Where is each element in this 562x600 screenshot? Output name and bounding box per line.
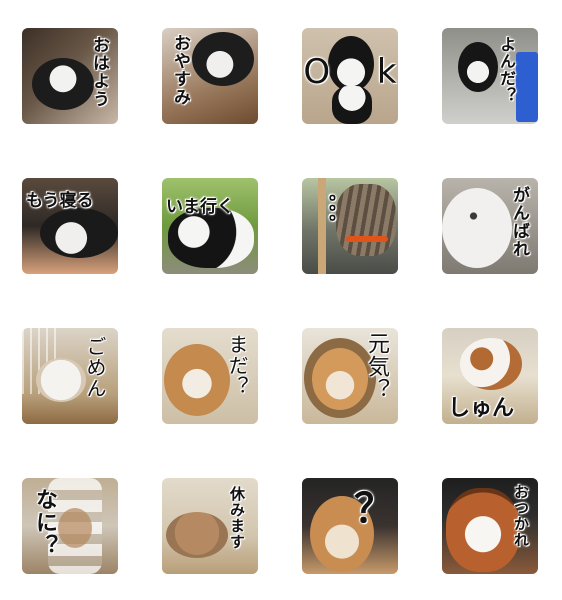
golden-hamster-photo [164, 344, 230, 416]
hamster-in-bottle [58, 508, 92, 548]
sticker-caption: 元気？ [364, 332, 389, 401]
sticker-ok[interactable]: O k [302, 28, 398, 124]
sticker-mou-neru[interactable]: もう寝る [22, 178, 118, 274]
sticker-dots[interactable]: 。。。 [302, 178, 398, 274]
white-hamster-photo [442, 188, 512, 268]
sticker-caption: ごめん [83, 336, 107, 399]
cat-photo [40, 208, 118, 258]
sticker-genki[interactable]: 元気？ [302, 328, 398, 424]
sticker-caption: もう寝る [26, 191, 94, 211]
sticker-grid: おはよう おやすみ O k よんだ？ もう寝る いま行く 。。。 がんばれ ごめ… [22, 28, 542, 578]
sticker-shun[interactable]: しゅん [442, 328, 538, 424]
sticker-caption: 。。。 [315, 194, 336, 233]
kitten-photo [192, 32, 254, 86]
kitten-photo [458, 42, 498, 92]
sticker-mada[interactable]: まだ？ [162, 328, 258, 424]
white-brown-hamster-photo [460, 338, 522, 390]
sticker-caption: しゅん [448, 396, 515, 421]
orange-collar [346, 236, 388, 242]
sticker-caption: まだ？ [225, 334, 249, 397]
cat-photo [168, 208, 254, 268]
sticker-otsukare[interactable]: おつかれ [442, 478, 538, 574]
sticker-caption: おやすみ [170, 34, 190, 106]
sticker-caption: ？ [354, 486, 394, 532]
sticker-ganbare[interactable]: がんばれ [442, 178, 538, 274]
sticker-caption: いま行く [166, 197, 234, 217]
white-hamster-photo [36, 358, 86, 402]
sticker-nani[interactable]: なに？ [22, 478, 118, 574]
sleeping-hamster-photo [166, 512, 228, 558]
sticker-caption: おつかれ [512, 484, 530, 548]
sticker-ima-iku[interactable]: いま行く [162, 178, 258, 274]
sticker-caption: 休みます [228, 486, 246, 550]
sticker-caption: おはよう [89, 36, 109, 108]
sticker-caption: がんばれ [509, 186, 529, 258]
tabby-cat-photo [336, 184, 396, 256]
sticker-gomen[interactable]: ごめん [22, 328, 118, 424]
sticker-yonda[interactable]: よんだ？ [442, 28, 538, 124]
kitten-photo [32, 58, 94, 110]
sticker-question[interactable]: ？ [302, 478, 398, 574]
papillon-dog-photo [446, 488, 520, 572]
sticker-oyasumi[interactable]: おやすみ [162, 28, 258, 124]
sticker-ohayou[interactable]: おはよう [22, 28, 118, 124]
sticker-yasumimasu[interactable]: 休みます [162, 478, 258, 574]
blue-bucket [516, 52, 538, 122]
sticker-caption: よんだ？ [497, 36, 516, 104]
sticker-caption: O k [303, 52, 397, 92]
sticker-caption: なに？ [32, 488, 57, 557]
